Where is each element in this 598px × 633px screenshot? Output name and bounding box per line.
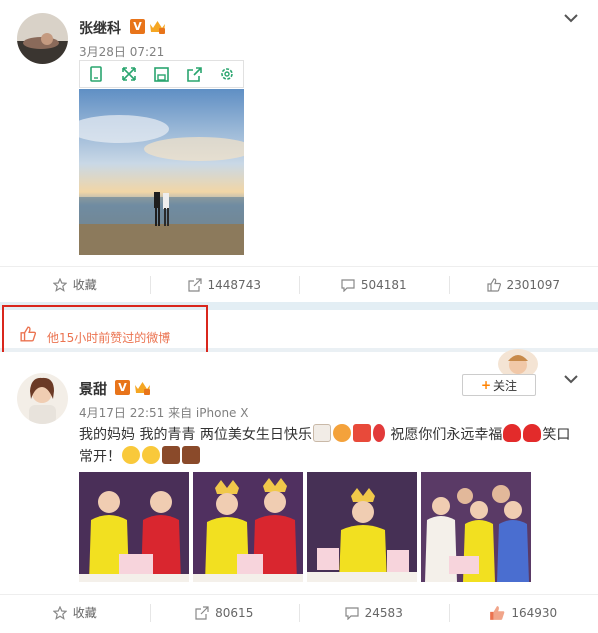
post-text-part: 我的妈妈 我的青青 两位美女生日快乐 [79, 427, 312, 443]
phone-view-icon[interactable] [87, 65, 105, 83]
thumbs-up-icon [486, 277, 501, 292]
favorite-label: 收藏 [72, 606, 97, 620]
post-image[interactable] [307, 472, 417, 582]
vip-crown-icon[interactable] [149, 19, 166, 34]
balloon-emoji-icon [372, 424, 385, 442]
comment-button[interactable]: 24583 [299, 595, 449, 630]
comment-icon [345, 606, 359, 620]
repost-icon [187, 277, 202, 292]
star-icon [52, 277, 67, 292]
comment-icon [341, 278, 355, 292]
like-button[interactable]: 164930 [448, 595, 598, 630]
save-icon[interactable] [152, 65, 170, 83]
cake-emoji-icon [182, 446, 200, 464]
follow-button[interactable]: + 关注 [462, 374, 536, 396]
username[interactable]: 张继科 [79, 18, 121, 38]
post-image[interactable] [193, 472, 303, 582]
image-grid [79, 472, 531, 582]
repost-icon [195, 605, 209, 620]
like-count: 164930 [511, 605, 558, 620]
smile-emoji-icon [122, 446, 140, 464]
share-icon[interactable] [185, 65, 203, 83]
repost-button[interactable]: 80615 [149, 595, 300, 630]
plus-icon: + [480, 378, 492, 392]
post-image[interactable] [79, 472, 189, 582]
expand-icon[interactable] [120, 65, 138, 83]
verified-badge: V [130, 19, 145, 34]
post-image[interactable] [79, 89, 244, 255]
favorite-button[interactable]: 收藏 [0, 595, 150, 630]
vip-crown-icon[interactable] [134, 380, 151, 395]
party-popper-emoji-icon [332, 424, 351, 442]
chevron-down-icon[interactable] [563, 13, 579, 23]
avatar[interactable] [17, 13, 68, 64]
post-actions: 收藏 1448743 504181 2301097 [0, 266, 598, 302]
comment-button[interactable]: 504181 [299, 267, 449, 302]
like-count: 2301097 [506, 277, 560, 292]
smile-emoji-icon [142, 446, 160, 464]
settings-icon[interactable] [218, 65, 236, 83]
username[interactable]: 景甜 [79, 379, 107, 399]
heart-emoji-icon [523, 424, 542, 442]
star-icon [52, 605, 67, 620]
repost-button[interactable]: 1448743 [149, 267, 300, 302]
thumbs-up-icon [490, 605, 505, 620]
cake-emoji-icon [312, 424, 331, 442]
chevron-down-icon[interactable] [563, 374, 579, 384]
verified-badge: V [115, 380, 130, 395]
repost-count: 80615 [215, 605, 254, 620]
post-meta[interactable]: 4月17日 22:51 来自 iPhone X [79, 404, 248, 421]
avatar[interactable] [17, 373, 68, 424]
like-button[interactable]: 2301097 [448, 267, 598, 302]
post-text-part: 常开！ [79, 449, 121, 465]
post-image[interactable] [421, 472, 531, 582]
repost-count: 1448743 [207, 277, 261, 292]
post-actions: 收藏 80615 24583 164930 [0, 594, 598, 630]
follow-label: 关注 [493, 378, 518, 393]
favorite-label: 收藏 [72, 278, 97, 292]
post-text-part: 祝愿你们永远幸福 [390, 427, 503, 443]
post-date[interactable]: 3月28日 07:21 [79, 43, 164, 60]
favorite-button[interactable]: 收藏 [0, 267, 150, 302]
cake-emoji-icon [162, 446, 180, 464]
post-text-part: 笑口 [542, 427, 571, 443]
comment-count: 24583 [364, 605, 403, 620]
comment-count: 504181 [360, 277, 407, 292]
post-text: 我的妈妈 我的青青 两位美女生日快乐 祝愿你们永远幸福 笑口 常开！ [79, 424, 579, 468]
gift-emoji-icon [352, 424, 371, 442]
heart-emoji-icon [503, 424, 522, 442]
image-toolbar [79, 60, 244, 88]
